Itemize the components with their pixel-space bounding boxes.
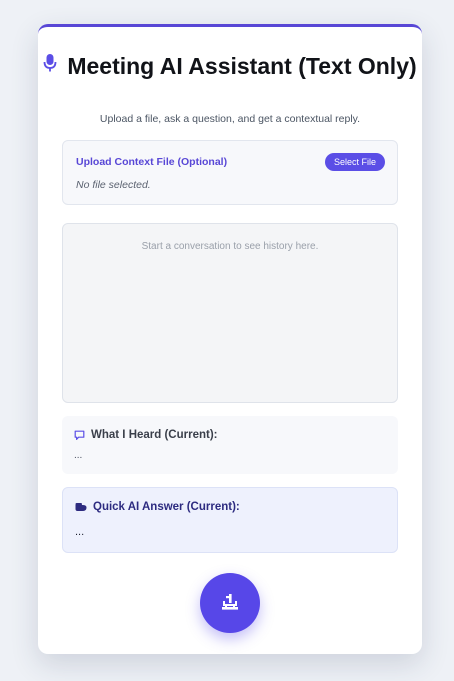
page-title: Meeting AI Assistant (Text Only) [38,53,422,81]
answer-content: ... [75,526,85,538]
file-status: No file selected. [76,179,151,191]
answer-title: Quick AI Answer (Current): [93,501,240,513]
page-subtitle: Upload a file, ask a question, and get a… [99,113,361,125]
history-empty-text: Start a conversation to see history here… [141,241,319,252]
record-button-icon [220,593,240,614]
pointing-hand-icon [75,502,87,512]
heard-panel: What I Heard (Current): ... [62,416,398,474]
title-row: Meeting AI Assistant (Text Only) [38,53,422,81]
select-file-button[interactable]: Select File [324,153,385,171]
answer-panel: Quick AI Answer (Current): ... [62,487,398,553]
heard-content: ... [74,450,83,461]
conversation-history[interactable]: Start a conversation to see history here… [62,223,398,403]
speech-bubble-icon [74,430,85,441]
heard-title: What I Heard (Current): [91,429,218,441]
record-button[interactable] [200,573,260,633]
microphone-icon [43,52,57,78]
answer-header: Quick AI Answer (Current): [75,501,240,513]
upload-label: Upload Context File (Optional) [76,156,228,168]
page-title-text: Meeting AI Assistant (Text Only) [67,53,417,79]
assistant-card: Meeting AI Assistant (Text Only) Upload … [38,24,422,654]
heard-header: What I Heard (Current): [74,429,218,441]
upload-panel: Upload Context File (Optional) Select Fi… [62,140,398,205]
